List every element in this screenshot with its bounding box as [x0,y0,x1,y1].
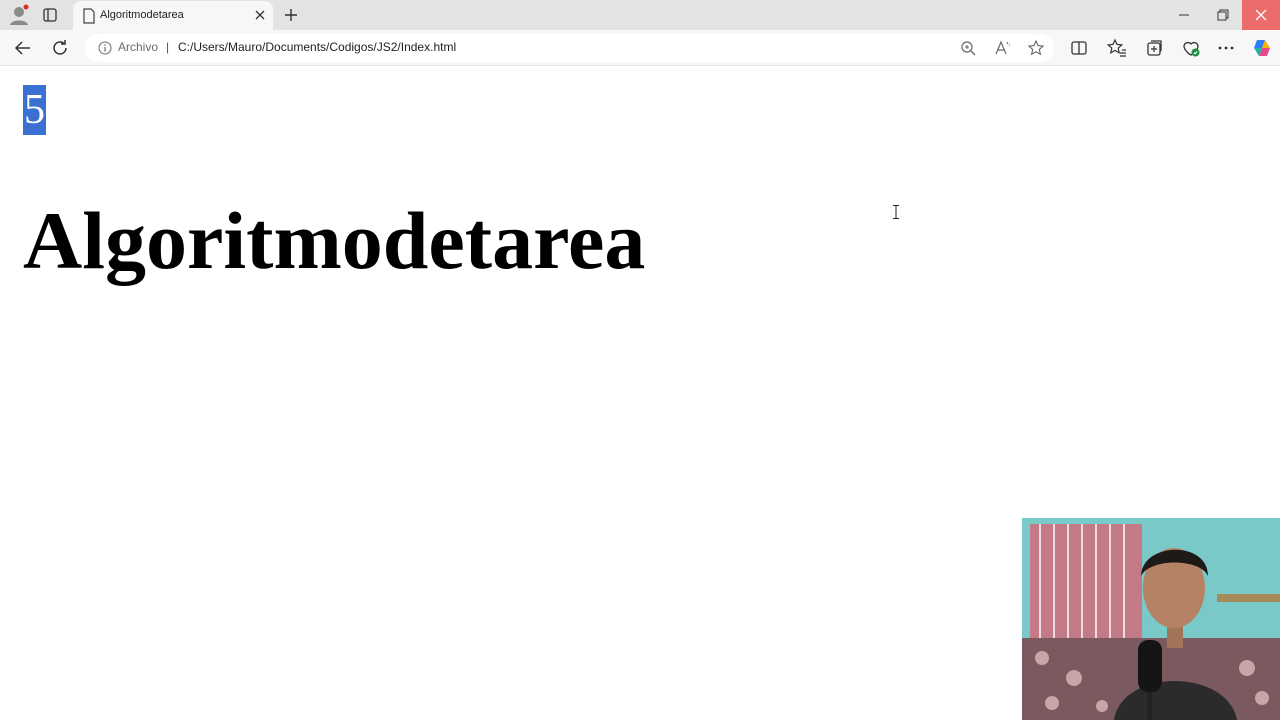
browser-essentials-icon[interactable] [1180,37,1202,59]
document-icon [83,8,95,24]
window-close-button[interactable] [1242,0,1280,30]
zoom-icon[interactable] [959,39,977,57]
page-heading: Algoritmodetarea [23,195,646,286]
split-screen-icon[interactable] [1068,37,1090,59]
close-icon [1255,9,1267,21]
favorites-icon[interactable] [1106,37,1128,59]
browser-titlebar: Algoritmodetarea [0,0,1280,30]
read-aloud-icon[interactable] [993,39,1011,57]
tab-actions-icon[interactable] [40,5,60,25]
favorite-star-icon[interactable] [1027,39,1045,57]
collections-icon[interactable] [1143,37,1165,59]
site-info-label[interactable]: Archivo [118,40,158,54]
browser-toolbar: Archivo | C:/Users/Mauro/Documents/Codig… [0,30,1280,66]
back-icon[interactable] [12,37,34,59]
webcam-overlay [1022,518,1280,720]
profile-icon[interactable] [8,4,30,26]
copilot-icon[interactable] [1251,37,1273,59]
close-icon[interactable] [253,8,267,22]
address-separator: | [166,40,170,54]
text-cursor-icon [893,205,899,219]
restore-icon[interactable] [1211,5,1233,25]
info-icon[interactable] [98,41,112,55]
address-bar[interactable]: Archivo | C:/Users/Mauro/Documents/Codig… [84,34,1054,62]
selected-number-text[interactable]: 5 [23,85,46,135]
minimize-icon[interactable] [1173,5,1195,25]
url-text[interactable]: C:/Users/Mauro/Documents/Codigos/JS2/Ind… [178,40,456,54]
tab-title: Algoritmodetarea [100,9,184,21]
tab-active[interactable]: Algoritmodetarea [73,1,273,30]
more-icon[interactable] [1215,37,1237,59]
webcam-person-image [1022,518,1280,720]
refresh-icon[interactable] [49,37,71,59]
new-tab-icon[interactable] [281,5,301,25]
